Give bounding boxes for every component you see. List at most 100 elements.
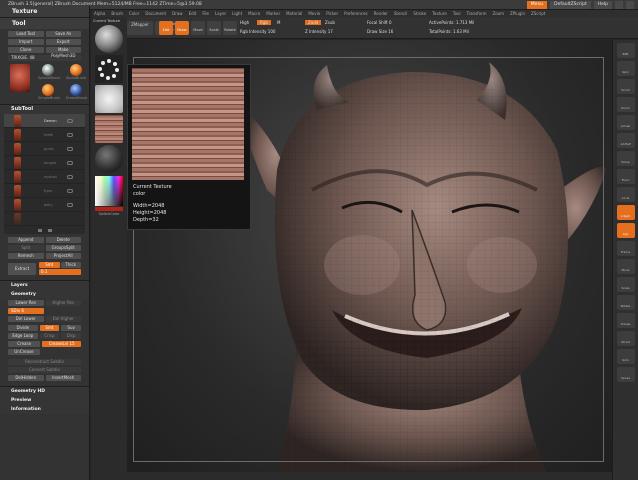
- spix-button[interactable]: Spix: [616, 61, 635, 76]
- persp-button[interactable]: Persp: [616, 151, 635, 166]
- thick-slider[interactable]: 0.1: [39, 269, 81, 275]
- edge-loop-button[interactable]: Edge Loop: [8, 333, 38, 339]
- menu-item[interactable]: ZPlugin: [510, 11, 525, 16]
- help-button[interactable]: Help: [593, 1, 612, 9]
- information-header[interactable]: Information: [0, 405, 89, 414]
- menu-item[interactable]: Preferences: [344, 11, 368, 16]
- scroll-down-icon[interactable]: [47, 228, 52, 232]
- menu-item[interactable]: Alpha: [94, 11, 105, 16]
- scale-button[interactable]: Scale: [207, 21, 221, 35]
- divide-button[interactable]: Divide: [8, 325, 38, 331]
- default-zscript-button[interactable]: DefaultZScript: [550, 1, 591, 9]
- eraser-brush-tool[interactable]: EraserBrush: [66, 84, 87, 100]
- subtool-title[interactable]: SubTool: [0, 105, 89, 114]
- subtool-row[interactable]: gums: [4, 142, 85, 156]
- scroll-up-icon[interactable]: [37, 228, 42, 232]
- menu-item[interactable]: Zoom: [493, 11, 505, 16]
- draw-size-slider[interactable]: Draw Size 16: [367, 29, 393, 34]
- load-tool-button[interactable]: Load Tool: [8, 31, 44, 37]
- suv-toggle[interactable]: Suv: [61, 325, 82, 331]
- menu-item[interactable]: Color: [129, 11, 139, 16]
- eye-icon[interactable]: [67, 160, 73, 165]
- insert-mesh-button[interactable]: InsertMesh: [45, 375, 81, 381]
- export-button[interactable]: Export: [45, 39, 81, 45]
- zsub-toggle[interactable]: Zsub: [325, 20, 335, 25]
- subtool-row[interactable]: belly: [4, 198, 85, 212]
- make-polymesh-button[interactable]: Make PolyMesh3D: [45, 47, 81, 58]
- close-icon[interactable]: [626, 1, 634, 9]
- eye-icon[interactable]: [67, 188, 73, 193]
- rgb-intensity-slider[interactable]: Rgb Intensity 100: [240, 29, 275, 34]
- rotate-button[interactable]: Rotate: [616, 295, 635, 310]
- xyz-button[interactable]: Xyz: [616, 223, 635, 238]
- aahalf-button[interactable]: AAHalf: [616, 133, 635, 148]
- xpose-button[interactable]: Xpose: [616, 367, 635, 382]
- scale-button[interactable]: Scale: [616, 277, 635, 292]
- local-button[interactable]: Local: [616, 187, 635, 202]
- groups-split-button[interactable]: GroupsSplit: [45, 245, 81, 251]
- color-picker[interactable]: [95, 176, 123, 206]
- preview-header[interactable]: Preview: [0, 396, 89, 405]
- subtool-row[interactable]: Eyes: [4, 184, 85, 198]
- sdiv-slider[interactable]: SDiv 6: [8, 308, 44, 314]
- tool-palette-title[interactable]: Tool: [0, 18, 89, 29]
- delete-button[interactable]: Delete: [45, 237, 81, 243]
- extract-button[interactable]: Extract: [8, 262, 36, 275]
- alpha-brush-tool[interactable]: AlphaBrush: [66, 64, 86, 80]
- floor-button[interactable]: Floor: [616, 169, 635, 184]
- m-toggle[interactable]: M: [277, 20, 280, 25]
- move-button[interactable]: Move: [616, 259, 635, 274]
- move-button[interactable]: Move: [191, 21, 205, 35]
- crease-button[interactable]: Crease: [8, 341, 41, 347]
- menu-item[interactable]: Movie: [308, 11, 320, 16]
- ghost-button[interactable]: Ghost: [616, 331, 635, 346]
- rgb-toggle[interactable]: Rgb: [257, 20, 271, 25]
- crease-level-slider[interactable]: CreaseLvl 15: [42, 341, 81, 347]
- del-lower-button[interactable]: Del Lower: [8, 316, 44, 322]
- eye-icon[interactable]: [67, 132, 73, 137]
- disp-toggle[interactable]: Disp: [61, 333, 82, 339]
- menu-item[interactable]: Macro: [248, 11, 260, 16]
- subtool-row[interactable]: teeth: [4, 128, 85, 142]
- clone-button[interactable]: Clone: [8, 47, 44, 53]
- menu-item[interactable]: Document: [145, 11, 166, 16]
- split-button[interactable]: Split: [8, 245, 44, 251]
- menu-item[interactable]: Stroke: [413, 11, 426, 16]
- simple-brush-tool[interactable]: SimpleBrush: [38, 84, 60, 100]
- menu-item[interactable]: Transform: [467, 11, 487, 16]
- geometry-hd-header[interactable]: Geometry HD: [0, 387, 89, 396]
- crisp-toggle[interactable]: Crisp: [39, 333, 60, 339]
- actual-button[interactable]: Actual: [616, 115, 635, 130]
- eye-icon[interactable]: [67, 174, 73, 179]
- menu-item[interactable]: Edit: [189, 11, 197, 16]
- main-color-swatch[interactable]: [95, 207, 123, 211]
- transp-button[interactable]: Transp: [616, 313, 635, 328]
- solo-button[interactable]: Solo: [616, 349, 635, 364]
- material-thumbnail[interactable]: [95, 145, 123, 173]
- menu-button[interactable]: Menu: [526, 1, 548, 9]
- texture-palette-title[interactable]: Texture: [0, 6, 89, 17]
- brush-thumbnail[interactable]: [95, 25, 123, 53]
- append-button[interactable]: Append: [8, 237, 44, 243]
- high-toggle[interactable]: High: [240, 20, 249, 25]
- edit-button[interactable]: Edit: [159, 21, 173, 35]
- layers-header[interactable]: Layers: [0, 281, 89, 290]
- save-as-button[interactable]: Save As: [45, 31, 81, 37]
- subtool-row-demon[interactable]: Demon: [4, 114, 85, 128]
- zoom-button[interactable]: Zoom: [616, 97, 635, 112]
- menu-item[interactable]: Layer: [215, 11, 226, 16]
- project-all-button[interactable]: ProjectAll: [45, 253, 81, 259]
- eye-icon[interactable]: [67, 146, 73, 151]
- bpr-button[interactable]: BPR: [616, 43, 635, 58]
- menu-item[interactable]: Picker: [326, 11, 338, 16]
- del-hidden-button[interactable]: DelHidden: [8, 375, 44, 381]
- menu-item[interactable]: Stencil: [394, 11, 408, 16]
- alpha-thumbnail[interactable]: [95, 85, 123, 113]
- remesh-button[interactable]: Remesh: [8, 253, 44, 259]
- subtool-row[interactable]: tongue: [4, 156, 85, 170]
- smt-toggle[interactable]: Smt: [39, 262, 60, 268]
- menu-item[interactable]: ZScript: [531, 11, 545, 16]
- menu-item[interactable]: Render: [374, 11, 388, 16]
- subtool-list-scroller[interactable]: [4, 226, 85, 234]
- focal-shift-slider[interactable]: Focal Shift 0: [367, 20, 392, 25]
